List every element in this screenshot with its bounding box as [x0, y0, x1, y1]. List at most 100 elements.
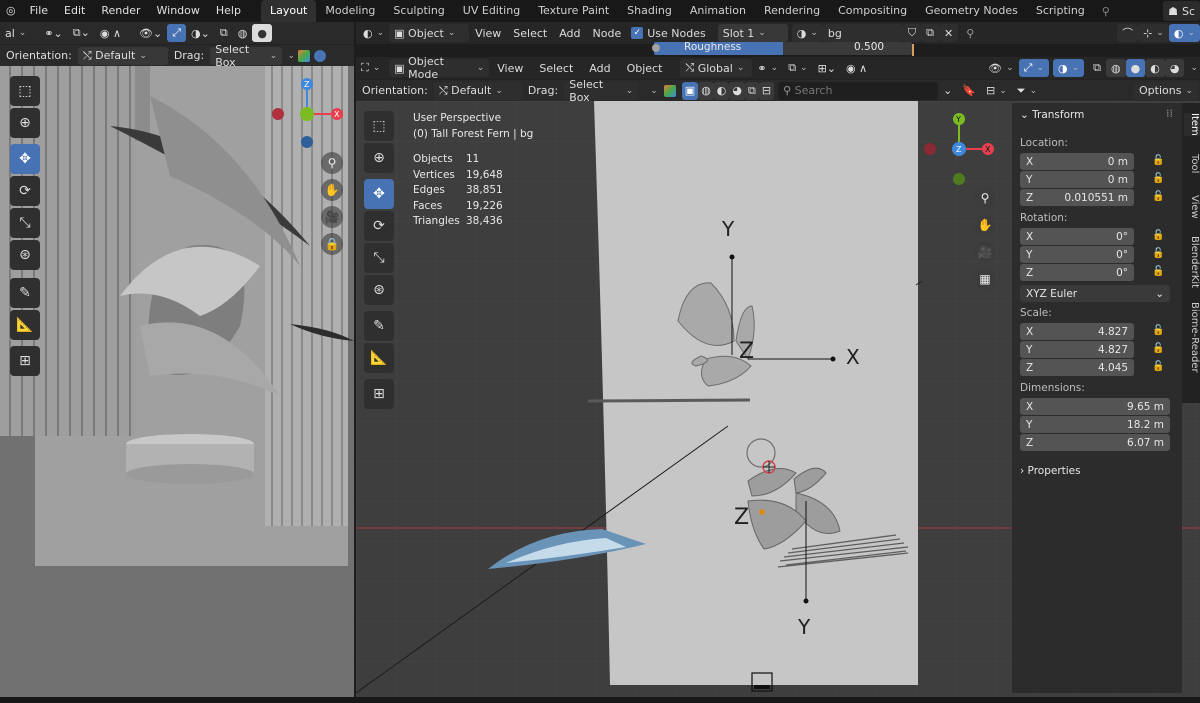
menu-edit[interactable]: Edit [56, 0, 93, 22]
snap-toggle-icon[interactable]: ⧉ [783, 59, 813, 77]
shading-options-icon[interactable] [1184, 59, 1200, 77]
viewport-menu-object[interactable]: Object [619, 62, 671, 75]
lock-icon[interactable]: 🔓 [1152, 173, 1164, 185]
left-rotate-tool[interactable]: ⟳ [10, 176, 40, 206]
left-move-tool[interactable]: ✥ [10, 144, 40, 174]
properties-header[interactable]: › Properties [1020, 465, 1081, 477]
scale-tool[interactable]: ⤡ [364, 243, 394, 273]
material-duplicate-icon[interactable]: ⧉ [921, 24, 939, 42]
menu-help[interactable]: Help [208, 0, 249, 22]
tab-uv-editing[interactable]: UV Editing [454, 0, 529, 22]
tab-layout[interactable]: Layout [260, 0, 317, 22]
search-field[interactable]: ⚲ Search [778, 81, 939, 100]
object-mode-dropdown[interactable]: ▣ Object Mode [389, 57, 490, 81]
left-xray-icon[interactable]: ⧉ [214, 24, 233, 42]
left-proportional-icon[interactable]: ◉ ∧ [94, 24, 127, 42]
left-shading-wire-icon[interactable]: ◍ [232, 24, 253, 42]
location-x-field[interactable]: X 0 m [1020, 153, 1134, 170]
left-scale-tool[interactable]: ⤡ [10, 208, 40, 238]
search-clear-icon[interactable]: ⌄ [938, 81, 958, 100]
tab-tool[interactable]: Tool [1184, 154, 1200, 173]
lock-icon[interactable]: 🔓 [1152, 191, 1164, 203]
material-unlink-icon[interactable]: ✕ [938, 24, 959, 42]
layout-icon[interactable]: ⊟ [981, 81, 1012, 100]
rotation-mode-dropdown[interactable]: XYZ Euler ⌄ [1020, 285, 1170, 302]
left-sphere-icon[interactable] [314, 49, 327, 62]
viewport-menu-view[interactable]: View [489, 62, 531, 75]
left-drag-dropdown[interactable]: Select Box [210, 43, 283, 69]
left-color-cube-icon[interactable] [298, 49, 311, 62]
panel-drag-handle-icon[interactable]: ⁞⁞ [1166, 107, 1173, 120]
lock-icon[interactable]: 🔓 [1152, 325, 1164, 337]
left-select-box-tool[interactable]: ⬚ [10, 76, 40, 106]
scale-y-field[interactable]: Y 4.827 [1020, 341, 1134, 358]
left-pan-icon[interactable]: ✋ [321, 179, 343, 201]
tab-scripting[interactable]: Scripting [1027, 0, 1094, 22]
use-nodes-label[interactable]: Use Nodes [643, 27, 712, 40]
visibility-icon[interactable]: 👁 [983, 59, 1019, 77]
scale-x-field[interactable]: X 4.827 [1020, 323, 1134, 340]
left-gizmo-toggle-icon[interactable]: ⤢ [167, 24, 187, 42]
left-shading-solid-icon[interactable]: ● [252, 24, 272, 42]
lock-icon[interactable]: 🔓 [1152, 155, 1164, 167]
filter-type-4-icon[interactable]: ◕ [729, 81, 746, 100]
dimensions-z-field[interactable]: Z 6.07 m [1020, 434, 1170, 451]
node-object-dropdown[interactable]: ▣ Object [389, 24, 470, 42]
shading-solid-icon[interactable]: ● [1125, 59, 1146, 77]
xray-icon[interactable]: ⧉ [1088, 59, 1107, 77]
left-mode-dropdown[interactable]: al [0, 24, 32, 42]
transform-orientation-dropdown[interactable]: ⤭ Global [680, 59, 753, 77]
options-dropdown[interactable]: Options [1134, 81, 1198, 100]
left-viewport[interactable]: al ⚭⌄ ⧉⌄ ◉ ∧ 👁⌄ ⤢ ◑⌄ ⧉ ◍ ● Orientation: … [0, 22, 354, 697]
tab-shading[interactable]: Shading [618, 0, 681, 22]
left-lock-icon[interactable]: 🔒 [321, 233, 343, 255]
measure-tool[interactable]: 📐 [364, 343, 394, 373]
slot-dropdown[interactable]: Slot 1 [717, 24, 788, 42]
material-name-field[interactable]: bg [822, 24, 903, 42]
node-overlay-icon[interactable]: ◐ [1168, 24, 1200, 42]
pan-icon[interactable]: ✋ [974, 214, 996, 236]
tab-compositing[interactable]: Compositing [829, 0, 916, 22]
pin-icon[interactable]: ⚲ [1102, 5, 1110, 18]
location-y-field[interactable]: Y 0 m [1020, 171, 1134, 188]
lock-icon[interactable]: 🔓 [1152, 343, 1164, 355]
node-menu-add[interactable]: Add [553, 27, 586, 40]
material-type-icon[interactable]: ◑ [791, 24, 823, 42]
left-annotate-tool[interactable]: ✎ [10, 278, 40, 308]
left-transform-tool[interactable]: ⊛ [10, 240, 40, 270]
gizmo-toggle-icon[interactable]: ⤢ [1018, 59, 1049, 77]
node-editor-type-icon[interactable]: ◐ [358, 24, 390, 42]
drag-dropdown[interactable]: Select Box [564, 78, 639, 104]
lock-icon[interactable]: 🔓 [1152, 361, 1164, 373]
menu-render[interactable]: Render [93, 0, 148, 22]
color-cube-icon[interactable] [663, 84, 676, 97]
left-overlay-icon[interactable]: ◑⌄ [186, 24, 215, 42]
shading-material-icon[interactable]: ◐ [1145, 59, 1165, 77]
tab-modeling[interactable]: Modeling [316, 0, 384, 22]
left-link-icon[interactable]: ⚭⌄ [39, 24, 68, 42]
left-camera-icon[interactable]: 🎥 [321, 206, 343, 228]
tab-animation[interactable]: Animation [681, 0, 755, 22]
camera-view-icon[interactable]: 🎥 [974, 241, 996, 263]
rotation-x-field[interactable]: X 0° [1020, 228, 1134, 245]
node-menu-select[interactable]: Select [507, 27, 553, 40]
filter-type-2-icon[interactable]: ◍ [698, 81, 714, 100]
filter-type-6-icon[interactable]: ⊟ [758, 81, 775, 100]
lock-icon[interactable]: 🔓 [1152, 230, 1164, 242]
add-cube-tool[interactable]: ⊞ [364, 379, 394, 409]
left-chevron-icon[interactable] [282, 46, 297, 65]
tab-item[interactable]: Item [1184, 113, 1200, 136]
menu-file[interactable]: File [22, 0, 56, 22]
move-tool[interactable]: ✥ [364, 179, 394, 209]
orientation-dropdown[interactable]: ⤭ Default [433, 81, 522, 100]
left-visibility-icon[interactable]: 👁⌄ [134, 24, 168, 42]
cursor-tool[interactable]: ⊕ [364, 143, 394, 173]
lock-icon[interactable]: 🔓 [1152, 248, 1164, 260]
scale-z-field[interactable]: Z 4.045 [1020, 359, 1134, 376]
tab-texture-paint[interactable]: Texture Paint [529, 0, 618, 22]
rotation-z-field[interactable]: Z 0° [1020, 264, 1134, 281]
dimensions-y-field[interactable]: Y 18.2 m [1020, 416, 1170, 433]
filter-type-1-icon[interactable]: ▣ [681, 81, 699, 100]
tab-rendering[interactable]: Rendering [755, 0, 829, 22]
viewport-menu-add[interactable]: Add [581, 62, 618, 75]
